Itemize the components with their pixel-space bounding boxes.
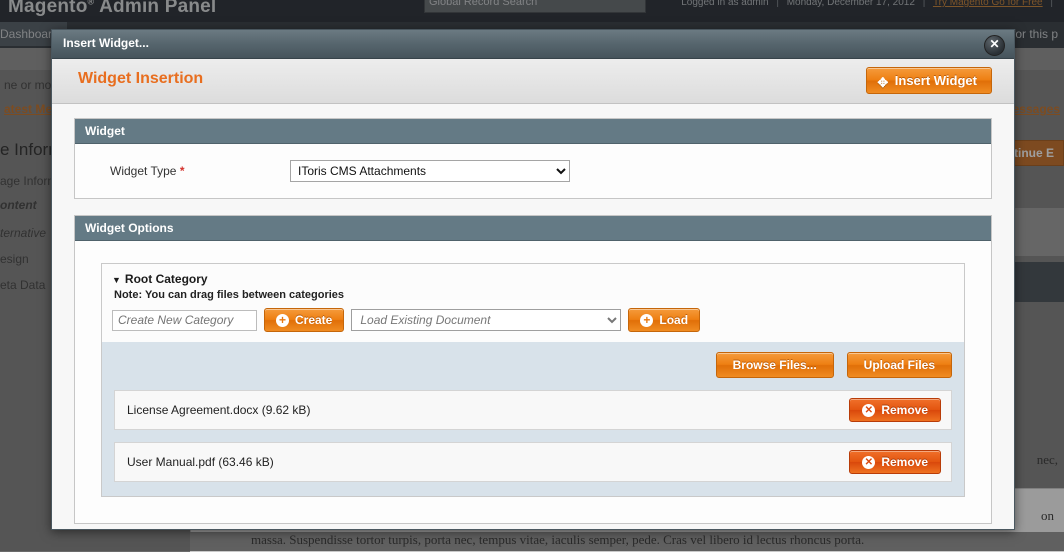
file-drop-area[interactable]: Browse Files... Upload Files License Agr… xyxy=(102,342,964,496)
widget-section-body: Widget Type * IToris CMS Attachments xyxy=(75,144,991,198)
required-asterisk: * xyxy=(179,164,185,178)
modal-titlebar: Insert Widget... ✕ xyxy=(52,30,1014,59)
new-category-input[interactable] xyxy=(112,309,257,331)
root-category-title[interactable]: ▼ Root Category xyxy=(112,272,954,286)
insert-widget-button[interactable]: Insert Widget xyxy=(865,67,992,94)
insert-widget-modal: Insert Widget... ✕ Widget Insertion Inse… xyxy=(51,29,1015,530)
file-action-buttons: Browse Files... Upload Files xyxy=(114,352,952,378)
remove-file-button[interactable]: ✕ Remove xyxy=(849,398,941,422)
plus-icon-load: + xyxy=(640,313,654,327)
widget-type-label-text: Widget Type xyxy=(110,164,177,178)
widget-options-header: Widget Options xyxy=(75,216,991,241)
remove-circle-icon: ✕ xyxy=(862,455,876,469)
file-name: License Agreement.docx (9.62 kB) xyxy=(127,403,311,417)
widget-section-header: Widget xyxy=(75,119,991,144)
close-icon[interactable]: ✕ xyxy=(984,35,1005,56)
widget-type-row: Widget Type * IToris CMS Attachments xyxy=(85,160,981,182)
widget-options-section: Widget Options ▼ Root Category Note: You … xyxy=(74,215,992,524)
list-item[interactable]: User Manual.pdf (63.46 kB) ✕ Remove xyxy=(114,442,952,482)
modal-body: Widget Widget Type * IToris CMS Attachme… xyxy=(52,104,1014,524)
remove-label: Remove xyxy=(881,455,928,469)
browse-files-button[interactable]: Browse Files... xyxy=(715,352,834,378)
widget-type-label: Widget Type * xyxy=(85,164,290,178)
widget-type-select-wrap: IToris CMS Attachments xyxy=(290,160,570,182)
root-category-label: Root Category xyxy=(124,272,208,286)
widget-type-select[interactable]: IToris CMS Attachments xyxy=(290,160,570,182)
remove-file-button[interactable]: ✕ Remove xyxy=(849,450,941,474)
plus-icon: + xyxy=(276,313,289,327)
modal-title-text: Insert Widget... xyxy=(63,36,149,50)
category-controls: + Create Load Existing Document + Load xyxy=(112,308,954,332)
create-label: Create xyxy=(295,313,333,327)
remove-circle-icon: ✕ xyxy=(862,403,876,417)
triangle-down-icon: ▼ xyxy=(112,275,121,285)
remove-label: Remove xyxy=(881,403,928,417)
root-category-box: ▼ Root Category Note: You can drag files … xyxy=(101,263,965,497)
create-category-button[interactable]: + Create xyxy=(264,308,345,332)
widget-options-body: ▼ Root Category Note: You can drag files … xyxy=(75,241,991,523)
load-document-button[interactable]: + Load xyxy=(628,308,701,332)
load-document-select[interactable]: Load Existing Document xyxy=(351,309,622,331)
move-icon xyxy=(877,75,889,87)
insert-widget-label: Insert Widget xyxy=(894,73,977,88)
page-title: Widget Insertion xyxy=(78,70,204,87)
root-category-header: ▼ Root Category Note: You can drag files … xyxy=(102,264,964,342)
load-label: Load xyxy=(659,313,689,327)
list-item[interactable]: License Agreement.docx (9.62 kB) ✕ Remov… xyxy=(114,390,952,430)
widget-section: Widget Widget Type * IToris CMS Attachme… xyxy=(74,118,992,199)
file-name: User Manual.pdf (63.46 kB) xyxy=(127,455,274,469)
modal-header: Widget Insertion Insert Widget xyxy=(52,59,1014,104)
drag-note: Note: You can drag files between categor… xyxy=(114,289,345,301)
upload-files-button[interactable]: Upload Files xyxy=(846,352,952,378)
